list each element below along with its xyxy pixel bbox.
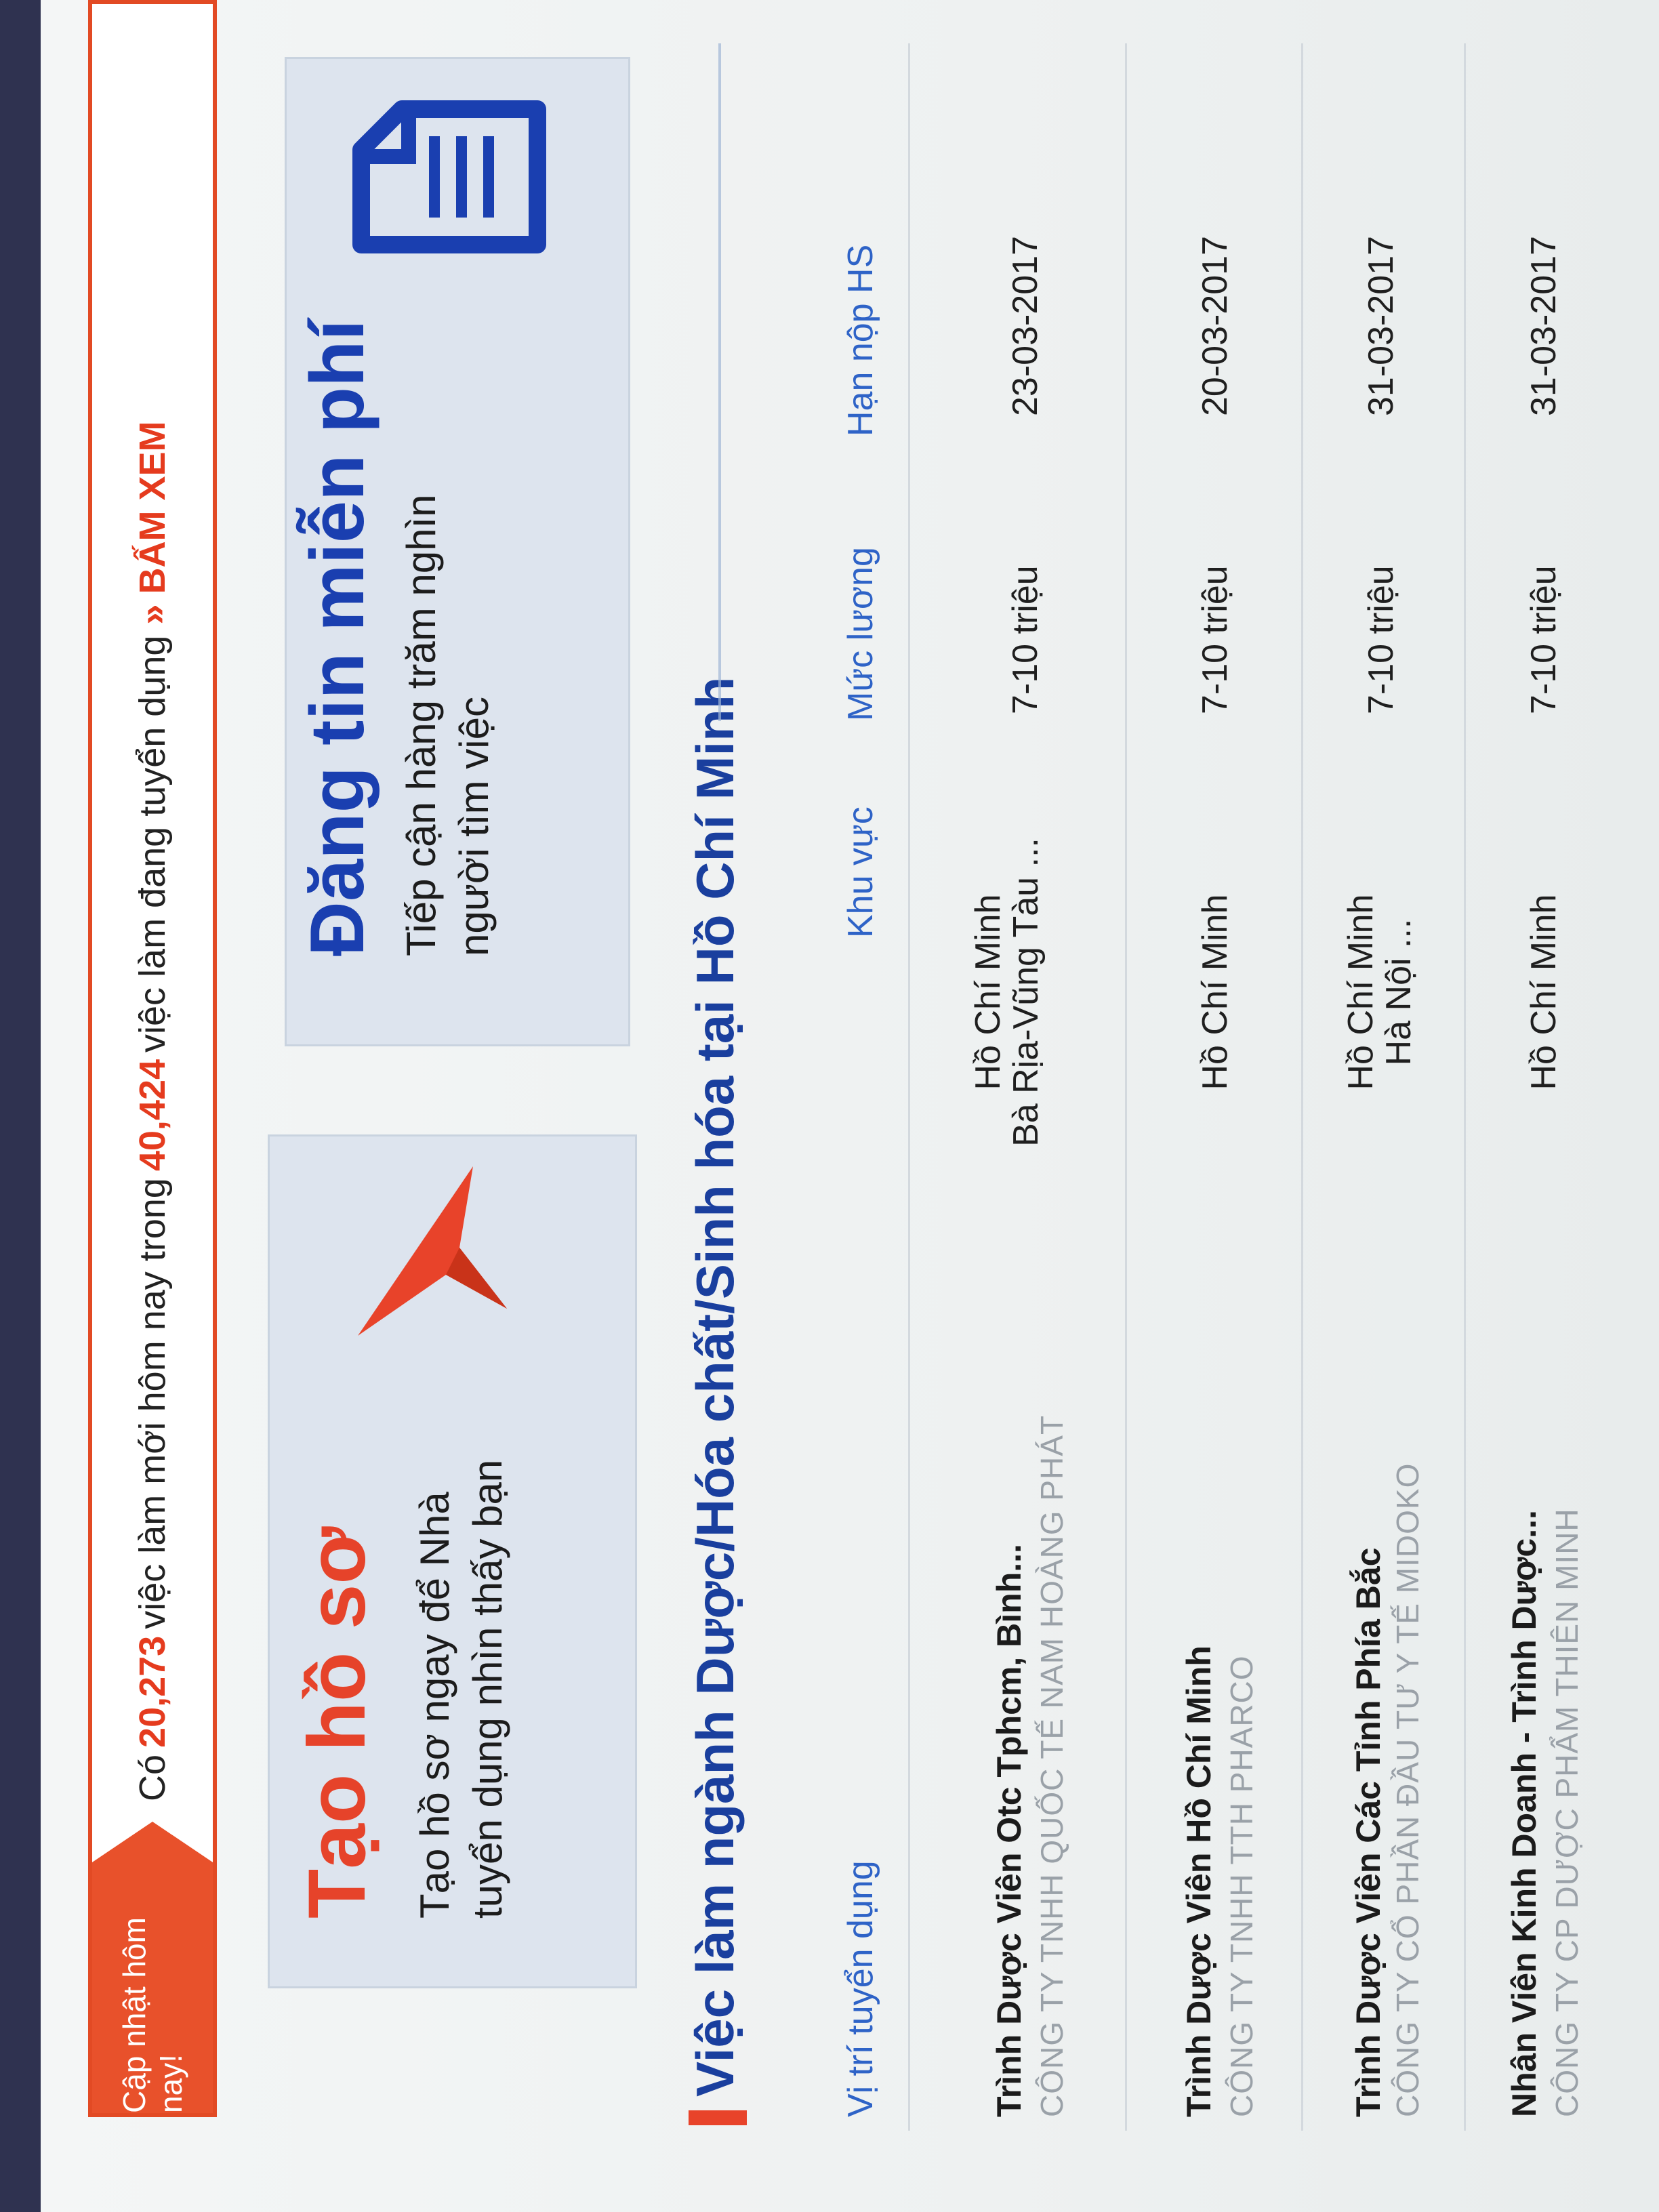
update-bar: Cập nhật hôm nay! Có 20,273 việc làm mới… bbox=[88, 0, 217, 2117]
section-accent-bar bbox=[689, 2110, 747, 2125]
create-profile-desc: Tạo hồ sơ ngay để Nhà tuyển dụng nhìn th… bbox=[412, 1459, 510, 1919]
job-title-link[interactable]: Trình Dược Viên Các Tỉnh Phía Bắc bbox=[1349, 1548, 1388, 2117]
job-location-2: Hà Nội ... bbox=[1379, 918, 1419, 1066]
job-location: Hồ Chí Minh bbox=[1524, 830, 1563, 1155]
ticker-suffix: việc làm đang tuyển dụng bbox=[132, 635, 173, 1052]
row-divider bbox=[1125, 43, 1127, 2131]
job-count-ticker: Có 20,273 việc làm mới hôm nay trong 40,… bbox=[92, 422, 213, 1801]
browser-screen: Cập nhật hôm nay! Có 20,273 việc làm mới… bbox=[0, 0, 1659, 2212]
update-badge: Cập nhật hôm nay! bbox=[92, 1862, 213, 2113]
ticker-prefix: Có bbox=[132, 1754, 173, 1801]
header-position: Vị trí tuyển dụng bbox=[841, 1860, 880, 2117]
job-title-link[interactable]: Nhân Viên Kinh Doanh - Trình Dược... bbox=[1504, 1510, 1544, 2117]
paper-plane-icon bbox=[344, 1160, 520, 1349]
header-salary: Mức lương bbox=[841, 547, 880, 721]
job-location-1: Hồ Chí Minh bbox=[968, 894, 1008, 1090]
post-job-desc: Tiếp cận hàng trăm nghìn người tìm việc bbox=[398, 494, 497, 956]
header-area: Khu vực bbox=[841, 806, 880, 938]
job-salary: 7-10 triệu bbox=[1006, 565, 1045, 714]
job-deadline: 20-03-2017 bbox=[1195, 236, 1235, 416]
job-company-link[interactable]: CÔNG TY CỔ PHẦN ĐẦU TƯ Y TẾ MIDOKO bbox=[1389, 1463, 1426, 2117]
job-title-link[interactable]: Trình Dược Viên Otc Tphcm, Bình... bbox=[989, 1544, 1029, 2117]
job-deadline: 31-03-2017 bbox=[1524, 236, 1563, 416]
create-profile-title: Tạo hồ sơ bbox=[291, 1526, 382, 1919]
job-company-link[interactable]: CÔNG TY TNHH TTH PHARCO bbox=[1223, 1655, 1260, 2117]
job-title-link[interactable]: Trình Dược Viên Hồ Chí Minh bbox=[1179, 1645, 1218, 2117]
job-company-link[interactable]: CÔNG TY CP DƯỢC PHẨM THIÊN MINH bbox=[1549, 1508, 1585, 2117]
job-salary: 7-10 triệu bbox=[1361, 565, 1401, 714]
section-title: Việc làm ngành Dược/Hóa chất/Sinh hóa tạ… bbox=[685, 676, 745, 2097]
job-location-2: Bà Rịa-Vũng Tàu ... bbox=[1006, 838, 1046, 1147]
job-salary: 7-10 triệu bbox=[1524, 565, 1563, 714]
total-jobs-count: 40,424 bbox=[132, 1059, 173, 1172]
create-profile-card[interactable]: Tạo hồ sơ Tạo hồ sơ ngay để Nhà tuyển dụ… bbox=[268, 1134, 637, 1988]
row-divider bbox=[1301, 43, 1303, 2131]
job-company-link[interactable]: CÔNG TY TNHH QUỐC TẾ NAM HOÀNG PHÁT bbox=[1033, 1415, 1070, 2117]
view-now-link[interactable]: » BẤM XEM bbox=[131, 422, 173, 625]
job-deadline: 23-03-2017 bbox=[1006, 236, 1045, 416]
job-location-1: Hồ Chí Minh bbox=[1341, 894, 1380, 1090]
section-underline bbox=[718, 43, 721, 721]
job-deadline: 31-03-2017 bbox=[1361, 236, 1401, 416]
table-divider bbox=[908, 43, 910, 2131]
job-location: Hồ Chí Minh Bà Rịa-Vũng Tàu ... bbox=[968, 830, 1046, 1155]
job-location-1: Hồ Chí Minh bbox=[1195, 894, 1235, 1090]
job-salary: 7-10 triệu bbox=[1195, 565, 1235, 714]
document-icon bbox=[348, 96, 551, 258]
post-job-title: Đăng tin miễn phí bbox=[295, 319, 380, 956]
ticker-middle: việc làm mới hôm nay trong bbox=[132, 1178, 173, 1629]
header-deadline: Hạn nộp HS bbox=[841, 244, 880, 436]
job-location-1: Hồ Chí Minh bbox=[1524, 894, 1563, 1090]
job-location: Hồ Chí Minh Hà Nội ... bbox=[1341, 830, 1419, 1155]
top-strip bbox=[0, 0, 41, 2212]
post-job-card[interactable]: Đăng tin miễn phí Tiếp cận hàng trăm ngh… bbox=[285, 57, 630, 1046]
job-location: Hồ Chí Minh bbox=[1195, 830, 1235, 1155]
new-jobs-count: 20,273 bbox=[132, 1635, 173, 1748]
row-divider bbox=[1464, 43, 1466, 2131]
